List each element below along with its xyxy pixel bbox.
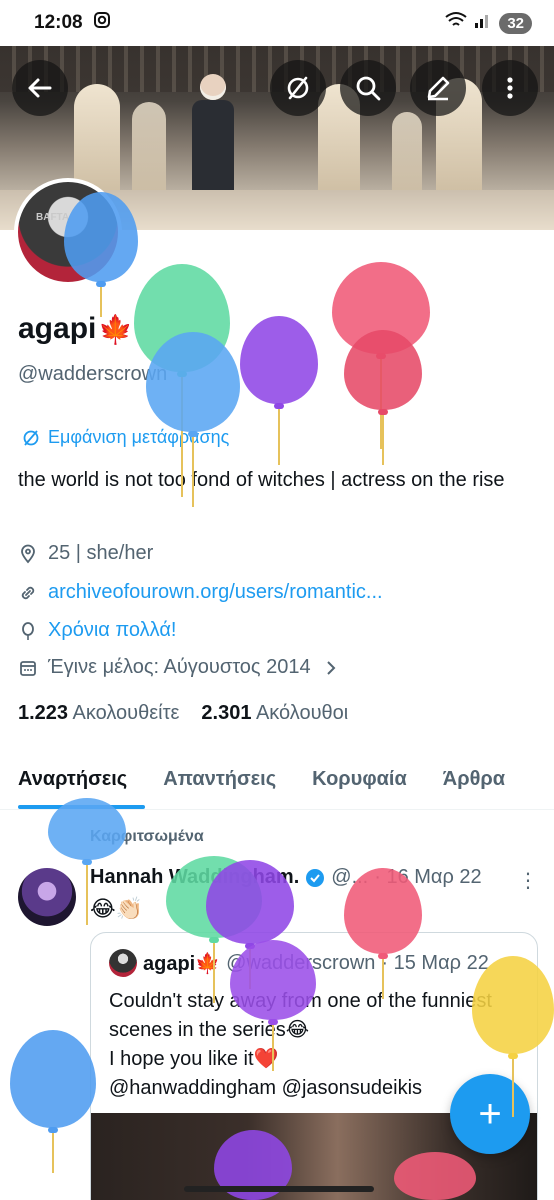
signal-icon bbox=[473, 11, 493, 35]
translate-label: Εμφάνιση μετάφρασης bbox=[48, 427, 230, 447]
tweet-date: · 16 Μαρ 22 bbox=[374, 866, 482, 888]
profile-avatar[interactable]: BAFTA bbox=[14, 178, 122, 286]
home-indicator bbox=[184, 1186, 374, 1192]
verified-badge-icon bbox=[306, 868, 325, 887]
status-icons: 32 bbox=[445, 11, 532, 35]
tweet-author-handle: @... bbox=[331, 866, 369, 888]
search-icon bbox=[356, 76, 381, 101]
website-row[interactable]: archiveofourown.org/users/romantic... bbox=[18, 581, 383, 604]
followers-label: Ακόλουθοι bbox=[255, 702, 349, 724]
wifi-icon bbox=[445, 11, 467, 35]
location-pin-icon bbox=[21, 544, 35, 563]
avatar-backdrop-text: BAFTA bbox=[36, 212, 70, 223]
quoted-tweet-header: agapi🍁 @wadderscrown · 15 Μαρ 22 bbox=[109, 949, 489, 977]
display-name: agapi bbox=[18, 312, 97, 345]
chevron-right-icon bbox=[326, 660, 336, 675]
maple-leaf-icon: 🍁 bbox=[98, 313, 134, 345]
following-link[interactable]: 1.223 Ακολουθείτε bbox=[18, 702, 179, 725]
quoted-author-avatar bbox=[109, 949, 137, 977]
followers-count: 2.301 bbox=[201, 702, 252, 724]
status-bar: 12:08 32 bbox=[0, 0, 554, 46]
edit-button[interactable] bbox=[410, 60, 466, 116]
birthday-balloon bbox=[344, 330, 422, 465]
edit-icon bbox=[427, 76, 450, 101]
profile-bio: the world is not too fond of witches | a… bbox=[18, 469, 505, 491]
birthday-row: Χρόνια πολλά! bbox=[18, 619, 176, 642]
joined-row[interactable]: Έγινε μέλος: Αύγουστος 2014 bbox=[18, 656, 341, 679]
instagram-icon bbox=[93, 11, 111, 35]
no-translate-icon bbox=[287, 76, 309, 100]
more-options-button[interactable] bbox=[482, 60, 538, 116]
quoted-author-handle: @wadderscrown bbox=[226, 951, 376, 974]
tweet-header: Hannah Waddingham. @... · 16 Μαρ 22 bbox=[90, 866, 482, 889]
tweet-more-icon[interactable]: ⋮ bbox=[518, 868, 538, 893]
calendar-icon bbox=[20, 660, 36, 676]
follow-counts: 1.223 Ακολουθείτε 2.301 Ακόλουθοι bbox=[18, 702, 348, 725]
balloon-icon bbox=[22, 621, 34, 640]
more-vertical-icon bbox=[507, 77, 513, 99]
location-row: 25 | she/her bbox=[18, 542, 153, 565]
birthday-balloon bbox=[10, 1030, 96, 1173]
following-count: 1.223 bbox=[18, 702, 69, 724]
profile-name: agapi 🍁 bbox=[18, 312, 133, 346]
translate-toggle-button[interactable] bbox=[270, 60, 326, 116]
back-button[interactable] bbox=[12, 60, 68, 116]
back-arrow-icon bbox=[28, 78, 52, 98]
tweet-text: 😂👏🏻 bbox=[90, 896, 144, 921]
following-label: Ακολουθείτε bbox=[72, 702, 180, 724]
link-icon bbox=[21, 586, 35, 599]
search-button[interactable] bbox=[340, 60, 396, 116]
no-translate-icon bbox=[23, 429, 39, 446]
tab-replies[interactable]: Απαντήσεις bbox=[145, 752, 294, 809]
birthday-balloon bbox=[332, 262, 430, 449]
website-link[interactable]: archiveofourown.org/users/romantic... bbox=[48, 581, 383, 604]
tweet-author-name[interactable]: Hannah Waddingham. bbox=[90, 866, 299, 889]
joined-text: Έγινε μέλος: Αύγουστος 2014 bbox=[48, 656, 311, 678]
compose-post-button[interactable]: + bbox=[450, 1074, 530, 1154]
show-translation-link[interactable]: Εμφάνιση μετάφρασης bbox=[22, 427, 229, 448]
tab-highlights[interactable]: Κορυφαία bbox=[294, 752, 425, 809]
tab-posts[interactable]: Αναρτήσεις bbox=[0, 752, 146, 809]
pinned-label: Καρφιτσωμένα bbox=[90, 828, 204, 845]
birthday-balloon bbox=[240, 316, 318, 465]
location-text: 25 | she/her bbox=[48, 542, 154, 564]
tab-articles[interactable]: Άρθρα bbox=[425, 752, 523, 809]
birthday-text: Χρόνια πολλά! bbox=[48, 619, 177, 641]
quoted-tweet-date: · 15 Μαρ 22 bbox=[381, 951, 489, 974]
profile-handle: @wadderscrown bbox=[18, 363, 168, 385]
status-time: 12:08 bbox=[34, 12, 83, 33]
battery-indicator: 32 bbox=[499, 12, 532, 34]
quoted-author-name: agapi🍁 bbox=[143, 952, 221, 975]
followers-link[interactable]: 2.301 Ακόλουθοι bbox=[201, 702, 348, 725]
profile-tabs: Αναρτήσεις Απαντήσεις Κορυφαία Άρθρα bbox=[0, 752, 554, 810]
quoted-tweet[interactable]: agapi🍁 @wadderscrown · 15 Μαρ 22 Couldn'… bbox=[90, 932, 538, 1200]
tweet-author-avatar[interactable] bbox=[18, 868, 76, 926]
